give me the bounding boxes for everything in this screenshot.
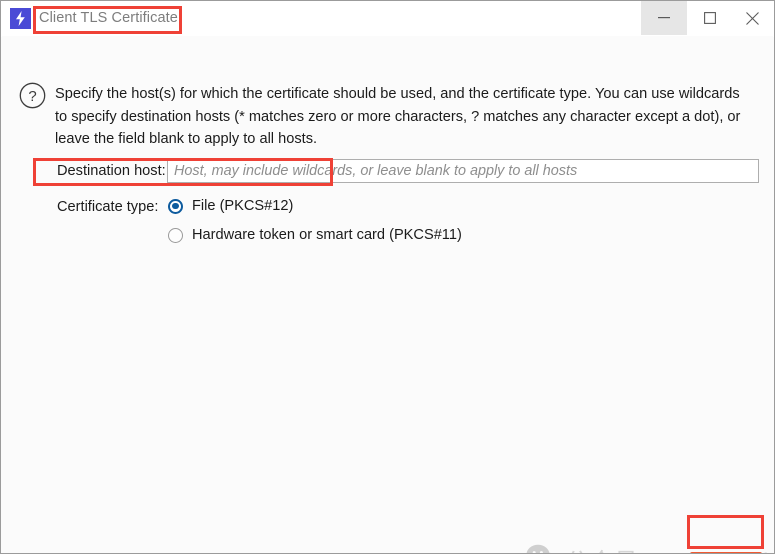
radio-label-file-pkcs12: File (PKCS#12) (192, 198, 294, 214)
maximize-icon[interactable] (687, 1, 733, 35)
minimize-icon[interactable] (641, 1, 687, 35)
dialog-content: ? Specify the host(s) for which the cert… (2, 36, 773, 553)
window-title: Client TLS Certificate (39, 10, 178, 26)
destination-host-label: Destination host: (57, 163, 166, 179)
radio-option-file-pkcs12[interactable]: File (PKCS#12) (168, 198, 293, 214)
dialog-window: Client TLS Certificate ? Specify the hos… (0, 0, 775, 554)
radio-unselected-icon[interactable] (168, 227, 183, 243)
radio-label-hardware-token-pkcs11: Hardware token or smart card (PKCS#11) (192, 227, 462, 243)
destination-host-input[interactable] (167, 159, 759, 183)
svg-text:?: ? (28, 88, 36, 105)
description-text: Specify the host(s) for which the certif… (55, 86, 741, 147)
close-icon[interactable] (730, 1, 774, 35)
radio-option-hardware-token-pkcs11[interactable]: Hardware token or smart card (PKCS#11) (168, 227, 462, 243)
certificate-type-label: Certificate type: (57, 199, 159, 215)
lightning-bolt-icon (10, 8, 31, 29)
question-mark-icon: ? (19, 82, 46, 109)
title-bar: Client TLS Certificate (1, 1, 774, 37)
wechat-logo-icon (526, 544, 558, 553)
radio-selected-icon[interactable] (168, 198, 183, 214)
